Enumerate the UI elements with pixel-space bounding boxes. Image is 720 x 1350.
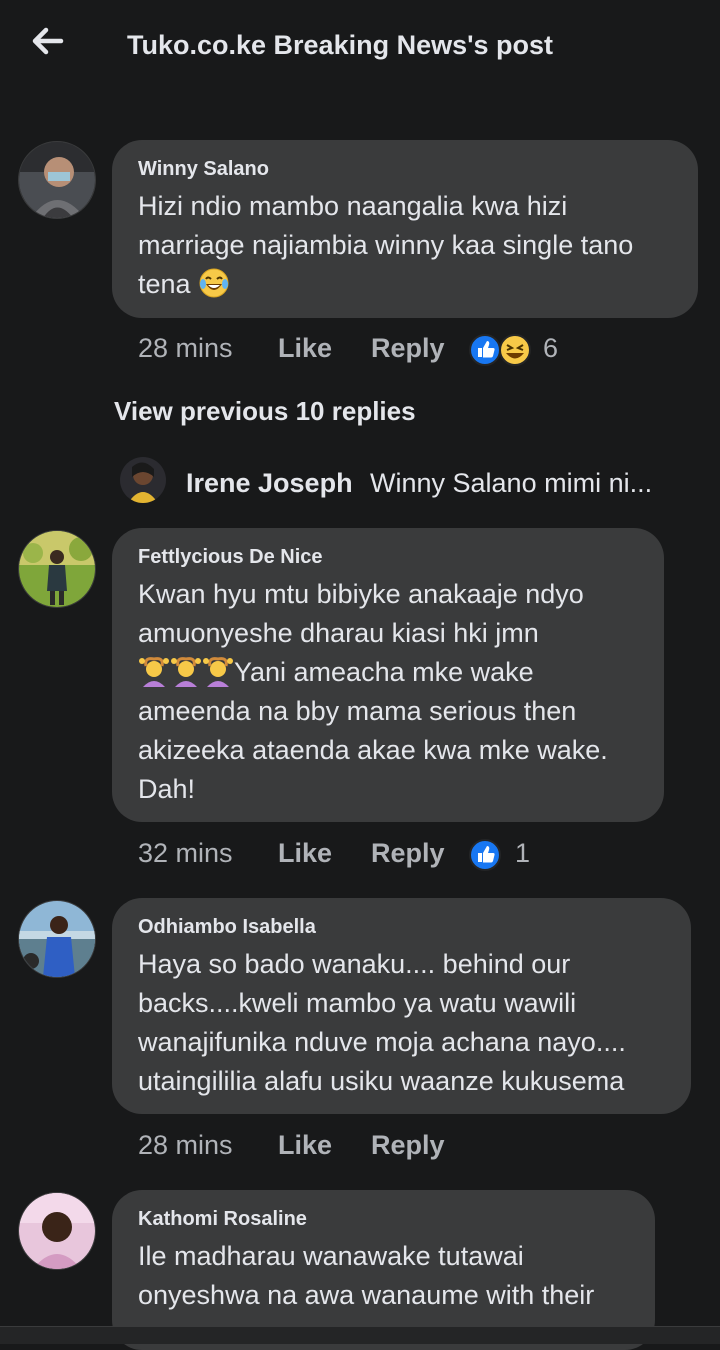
reply-snippet: Winny Salano mimi ni... xyxy=(370,468,653,498)
like-button[interactable]: Like xyxy=(278,838,332,869)
person-raising-hands-emoji-icon xyxy=(202,655,234,687)
comment-bubble: Fettlycious De Nice Kwan hyu mtu bibiyke… xyxy=(112,528,664,822)
comment-line: tena xyxy=(138,265,672,304)
comment-text: Kwan hyu mtu bibiyke anakaaje ndyo amuon… xyxy=(138,575,638,809)
comment-text: Ile madharau wanawake tutawai onyeshwa n… xyxy=(138,1237,629,1315)
comment-author[interactable]: Winny Salano xyxy=(138,158,672,181)
reply-button[interactable]: Reply xyxy=(371,1130,445,1161)
reply-preview[interactable]: Irene Joseph Winny Salano mimi ni... xyxy=(120,457,680,507)
reply-button[interactable]: Reply xyxy=(371,333,445,364)
avatar[interactable] xyxy=(18,141,96,219)
comment-line: marriage najiambia winny kaa single tano xyxy=(138,230,634,260)
person-raising-hands-emoji-icon xyxy=(170,655,202,687)
comment-text: Hizi ndio mambo naangalia kwa hizi marri… xyxy=(138,187,672,304)
avatar[interactable] xyxy=(18,900,96,978)
reaction-count[interactable]: 6 xyxy=(543,333,558,364)
comment-author[interactable]: Kathomi Rosaline xyxy=(138,1208,629,1231)
header-bar: Tuko.co.ke Breaking News's post xyxy=(0,0,720,96)
comment-text: Haya so bado wanaku.... behind our backs… xyxy=(138,945,665,1101)
reaction-count[interactable]: 1 xyxy=(515,838,530,869)
comment-timestamp: 32 mins xyxy=(138,838,233,868)
comment-line: Haya so bado wanaku.... behind our xyxy=(138,949,571,979)
reply-button[interactable]: Reply xyxy=(371,838,445,869)
view-previous-replies-link[interactable]: View previous 10 replies xyxy=(114,396,416,427)
page-title: Tuko.co.ke Breaking News's post xyxy=(127,30,554,60)
laughing-tears-emoji-icon xyxy=(198,267,230,299)
comment-timestamp: 28 mins xyxy=(138,1130,233,1160)
comment-line: wanajifunika nduve moja achana nayo.... xyxy=(138,1027,626,1057)
comment-line: akizeeka ataenda akae kwa mke wake. xyxy=(138,735,608,765)
reply-author[interactable]: Irene Joseph xyxy=(186,468,353,499)
comment-line: Ile madharau wanawake tutawai xyxy=(138,1241,524,1271)
comment-line: Kwan hyu mtu bibiyke anakaaje ndyo xyxy=(138,579,584,609)
comment-author[interactable]: Fettlycious De Nice xyxy=(138,546,638,569)
comment-line: Hizi ndio mambo naangalia kwa hizi xyxy=(138,191,568,221)
comment-bubble: Odhiambo Isabella Haya so bado wanaku...… xyxy=(112,898,691,1114)
like-icon[interactable] xyxy=(468,838,502,872)
comment-line: amuonyeshe dharau kiasi hki jmn xyxy=(138,618,539,648)
like-button[interactable]: Like xyxy=(278,333,332,364)
like-button[interactable]: Like xyxy=(278,1130,332,1161)
comment-line: Yani ameacha mke wake xyxy=(138,653,638,692)
comment-line: Dah! xyxy=(138,774,196,804)
arrow-left-icon[interactable] xyxy=(30,26,66,56)
avatar[interactable] xyxy=(120,457,166,503)
comment-bubble: Winny Salano Hizi ndio mambo naangalia k… xyxy=(112,140,698,318)
comment-composer-bar[interactable] xyxy=(0,1326,720,1344)
avatar[interactable] xyxy=(18,530,96,608)
person-raising-hands-emoji-icon xyxy=(138,655,170,687)
avatar[interactable] xyxy=(18,1192,96,1270)
comment-timestamp: 28 mins xyxy=(138,333,233,363)
comment-line: onyeshwa na awa wanaume with their xyxy=(138,1280,595,1310)
reactions[interactable] xyxy=(468,333,534,367)
comment-line: ameenda na bby mama serious then xyxy=(138,696,577,726)
comment-author[interactable]: Odhiambo Isabella xyxy=(138,916,665,939)
comment-line: utaingililia alafu usiku waanze kukusema xyxy=(138,1066,625,1096)
comment-line: backs....kweli mambo ya watu wawili xyxy=(138,988,577,1018)
